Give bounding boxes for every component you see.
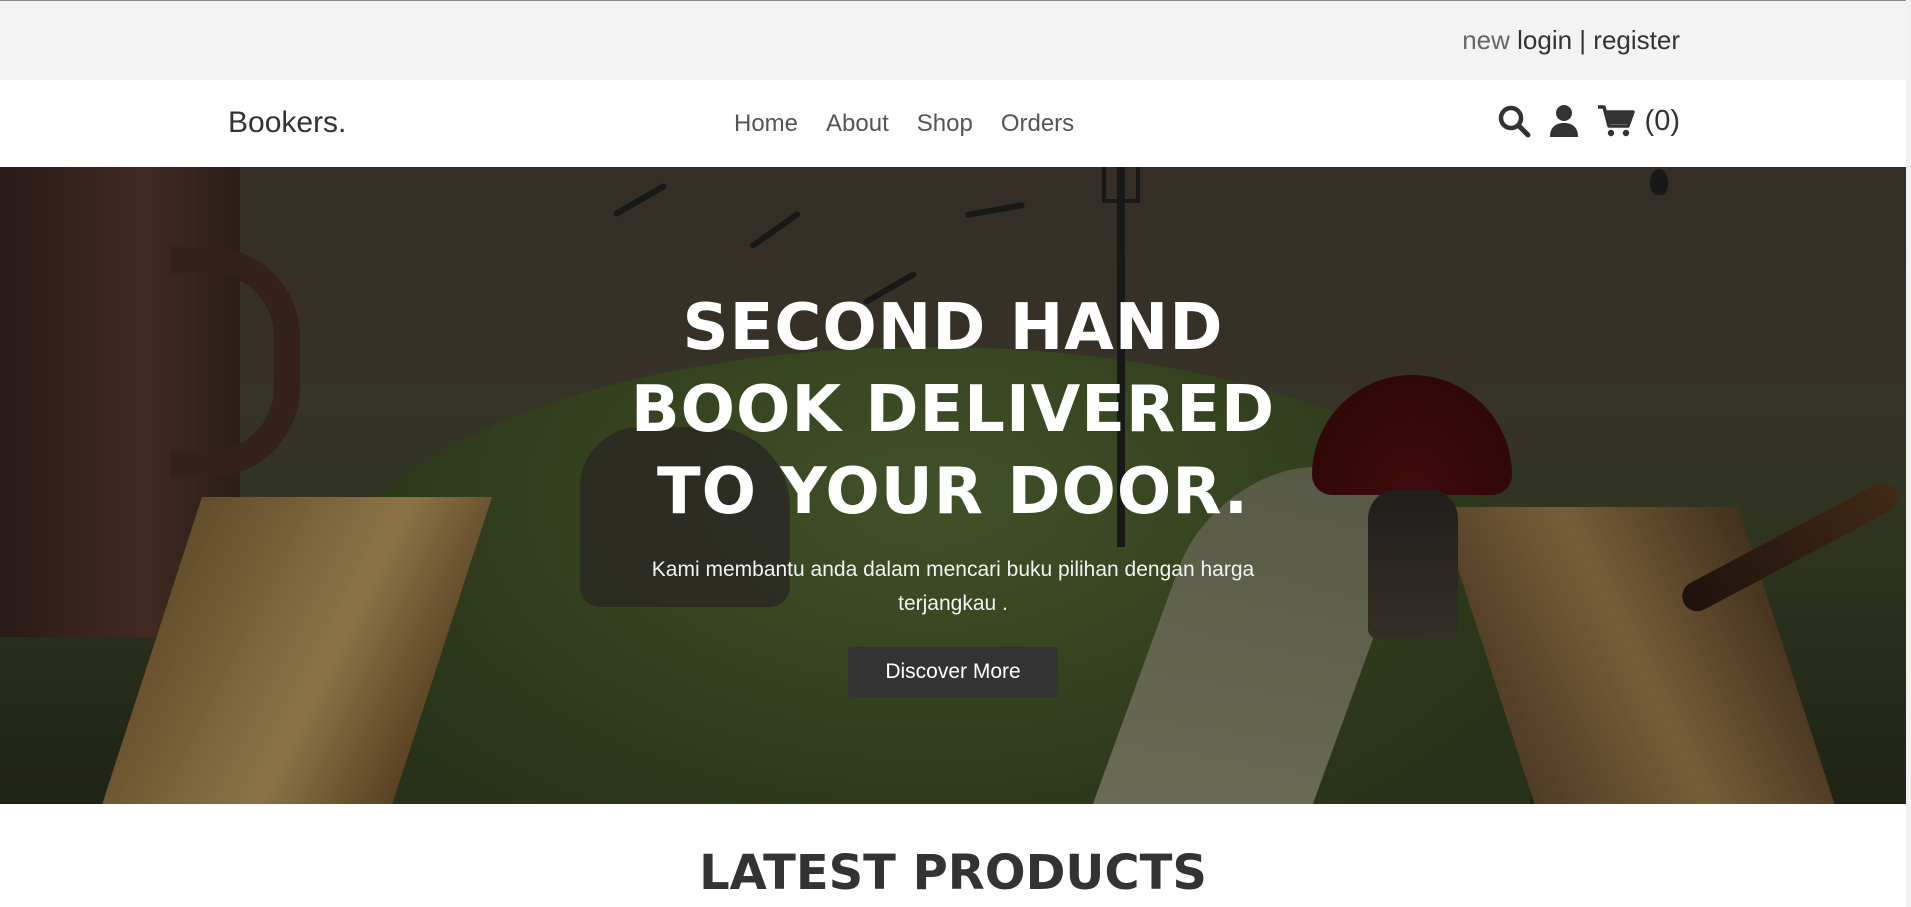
nav-shop[interactable]: Shop [917,110,973,138]
cart-count[interactable]: (0) [1645,105,1680,138]
auth-separator: | [1579,25,1587,55]
main-nav: Home About Shop Orders [734,110,1074,138]
scrollbar[interactable] [1906,0,1911,907]
new-label: new [1462,25,1510,55]
top-bar: new login | register [0,0,1906,80]
hero-subtitle: Kami membantu anda dalam mencari buku pi… [651,558,1255,615]
hero-banner: SECOND HAND BOOK DELIVERED TO YOUR DOOR.… [0,167,1906,804]
nav-home[interactable]: Home [734,110,798,138]
search-icon[interactable] [1497,104,1531,138]
main-header: Bookers. Home About Shop Orders (0) [0,80,1906,167]
site-logo[interactable]: Bookers. [228,106,346,140]
register-link[interactable]: register [1593,25,1680,55]
login-link[interactable]: login [1517,25,1572,55]
auth-links: new login | register [1462,25,1680,56]
header-icons: (0) [1497,104,1680,138]
discover-more-button[interactable]: Discover More [848,647,1058,697]
latest-products-heading: LATEST PRODUCTS [699,845,1207,901]
cart-icon[interactable] [1597,104,1635,138]
nav-orders[interactable]: Orders [1001,110,1074,138]
user-icon[interactable] [1549,104,1579,138]
hero-content: SECOND HAND BOOK DELIVERED TO YOUR DOOR.… [553,287,1353,697]
hero-title: SECOND HAND BOOK DELIVERED TO YOUR DOOR. [630,291,1276,529]
nav-about[interactable]: About [826,110,889,138]
